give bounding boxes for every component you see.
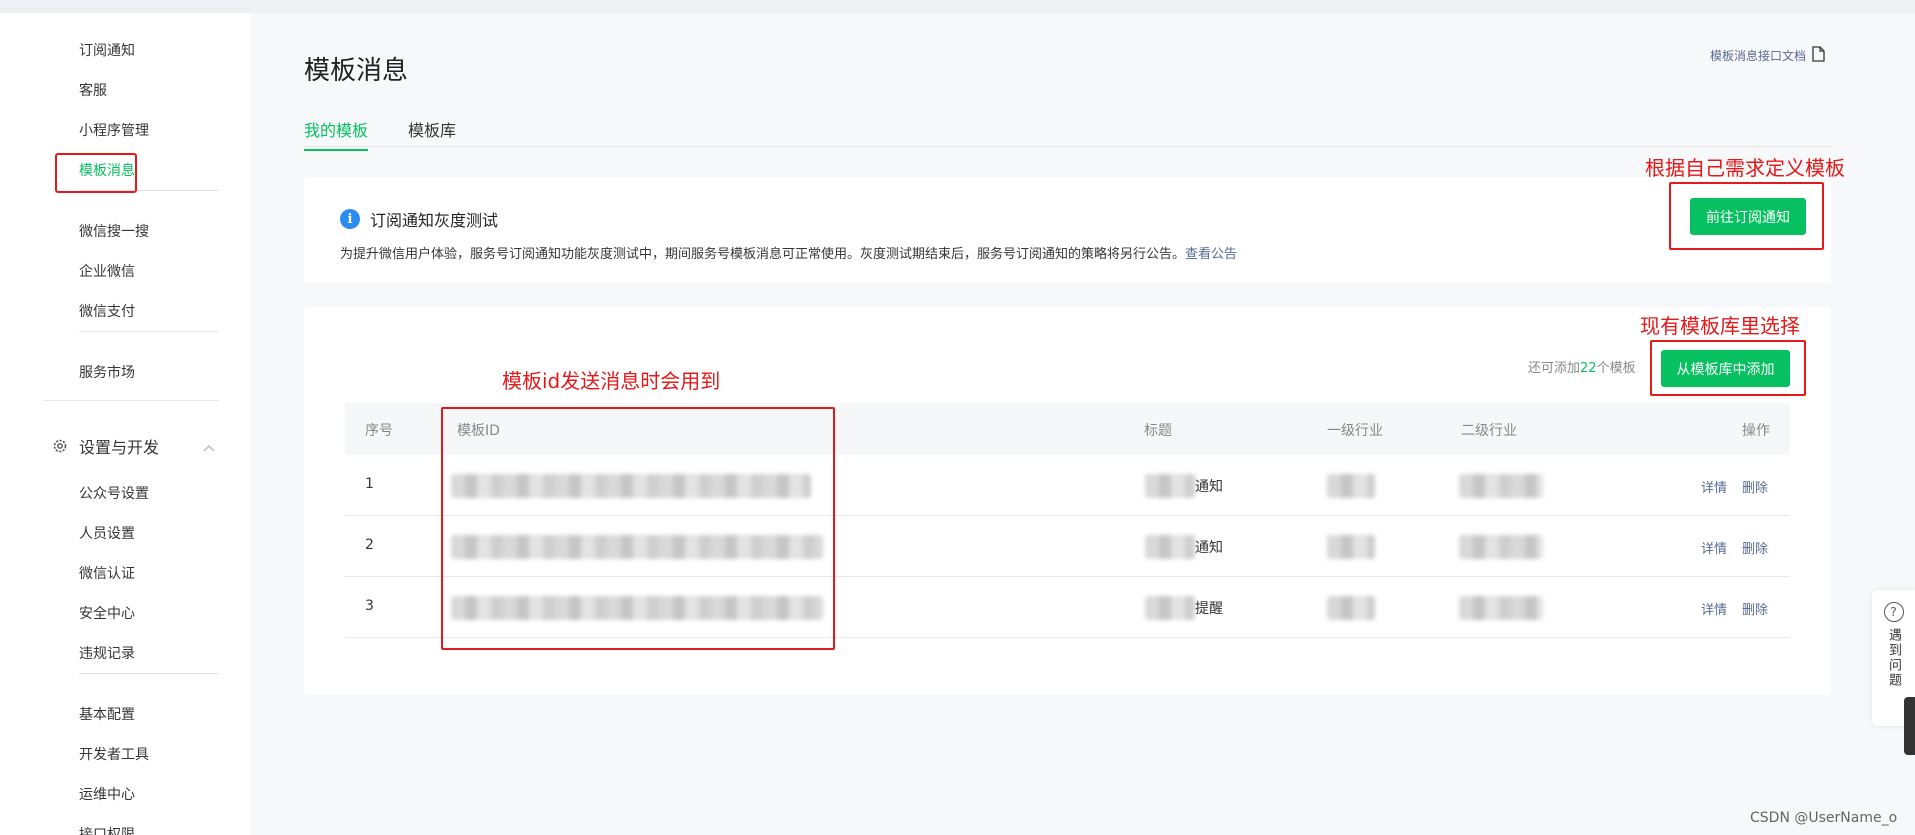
sidebar-item-member-settings[interactable]: 人员设置: [79, 523, 135, 543]
notice-title: 订阅通知灰度测试: [370, 211, 499, 230]
doc-link-label: 模板消息接口文档: [1710, 49, 1807, 63]
industry-1-redacted: [1327, 535, 1375, 559]
gear-icon: [51, 437, 69, 455]
notice-title-row: i 订阅通知灰度测试: [340, 207, 498, 231]
industry-1-redacted: [1327, 474, 1375, 498]
column-header-industry-1: 一级行业: [1327, 423, 1383, 439]
detail-link[interactable]: 详情: [1701, 538, 1727, 557]
sidebar-item-api-permissions[interactable]: 接口权限: [79, 824, 135, 835]
industry-2-redacted: [1459, 596, 1543, 620]
doc-link[interactable]: 模板消息接口文档: [1710, 46, 1825, 65]
sidebar-item-customer-service[interactable]: 客服: [79, 80, 107, 100]
industry-1-redacted: [1327, 596, 1375, 620]
tab-bar: 我的模板 模板库: [304, 117, 1831, 151]
column-header-index: 序号: [365, 423, 393, 439]
sidebar-item-wechat-pay[interactable]: 微信支付: [79, 301, 135, 321]
column-header-actions: 操作: [1742, 423, 1770, 439]
side-tab-handle[interactable]: [1904, 697, 1915, 755]
sidebar-item-violation-records[interactable]: 违规记录: [79, 643, 135, 663]
sidebar-item-ops-center[interactable]: 运维中心: [79, 784, 135, 804]
document-icon: [1812, 46, 1825, 65]
industry-2-redacted: [1459, 474, 1543, 498]
title-redacted: [1145, 474, 1195, 498]
annotation-define-template: 根据自己需求定义模板: [1645, 156, 1845, 180]
quota-suffix: 个模板: [1596, 361, 1636, 376]
sidebar-item-wechat-verify[interactable]: 微信认证: [79, 563, 135, 583]
sidebar-item-developer-tools[interactable]: 开发者工具: [79, 744, 149, 764]
delete-link[interactable]: 删除: [1742, 477, 1768, 496]
top-bar: [0, 0, 1915, 13]
tab-my-templates[interactable]: 我的模板: [304, 117, 369, 151]
annotation-box-active-nav: [55, 153, 137, 193]
annotation-box-add: [1650, 340, 1806, 396]
row-index: 1: [365, 476, 374, 492]
sidebar-item-wechat-search[interactable]: 微信搜一搜: [79, 221, 149, 241]
sidebar-group-label: 设置与开发: [79, 438, 160, 457]
detail-link[interactable]: 详情: [1701, 477, 1727, 496]
row-index: 2: [365, 537, 374, 553]
sidebar-group-settings-dev[interactable]: 设置与开发: [51, 434, 221, 458]
column-header-title: 标题: [1144, 423, 1172, 439]
template-quota: 还可添加22个模板: [1528, 357, 1636, 376]
notice-description: 为提升微信用户体验，服务号订阅通知功能灰度测试中，期间服务号模板消息可正常使用。…: [340, 243, 1237, 262]
column-header-industry-2: 二级行业: [1461, 423, 1517, 439]
row-index: 3: [365, 598, 374, 614]
row-title-suffix: 通知: [1195, 540, 1223, 556]
quota-prefix: 还可添加: [1528, 361, 1581, 376]
help-label: 遇到问题: [1886, 628, 1901, 688]
sidebar-item-security-center[interactable]: 安全中心: [79, 603, 135, 623]
row-title-suffix: 通知: [1195, 479, 1223, 495]
detail-link[interactable]: 详情: [1701, 599, 1727, 618]
annotation-choose-library: 现有模板库里选择: [1640, 314, 1800, 338]
title-redacted: [1145, 596, 1195, 620]
delete-link[interactable]: 删除: [1742, 599, 1768, 618]
quota-number: 22: [1580, 361, 1597, 376]
notice-desc-text: 为提升微信用户体验，服务号订阅通知功能灰度测试中，期间服务号模板消息可正常使用。…: [340, 247, 1186, 262]
notice-card: i 订阅通知灰度测试 为提升微信用户体验，服务号订阅通知功能灰度测试中，期间服务…: [304, 177, 1831, 283]
sidebar-item-subscribe-notice[interactable]: 订阅通知: [79, 40, 135, 60]
watermark: CSDN @UserName_o: [1750, 810, 1898, 826]
delete-link[interactable]: 删除: [1742, 538, 1768, 557]
tab-template-library[interactable]: 模板库: [408, 117, 456, 149]
annotation-box-subscribe: [1669, 182, 1824, 250]
annotation-box-template-id: [441, 407, 835, 650]
row-title-suffix: 提醒: [1195, 601, 1223, 617]
view-announcement-link[interactable]: 查看公告: [1185, 247, 1237, 262]
sidebar-divider: [44, 400, 219, 401]
sidebar-divider: [79, 673, 219, 674]
sidebar-item-mini-program[interactable]: 小程序管理: [79, 120, 149, 140]
sidebar-item-wework[interactable]: 企业微信: [79, 261, 135, 281]
sidebar-item-basic-config[interactable]: 基本配置: [79, 704, 135, 724]
industry-2-redacted: [1459, 535, 1543, 559]
chevron-up-icon: [203, 437, 215, 456]
question-icon: ?: [1883, 602, 1904, 622]
sidebar-item-account-settings[interactable]: 公众号设置: [79, 483, 149, 503]
annotation-template-id-note: 模板id发送消息时会用到: [502, 369, 721, 393]
title-redacted: [1145, 535, 1195, 559]
sidebar-item-service-market[interactable]: 服务市场: [79, 362, 135, 382]
sidebar: 订阅通知 客服 小程序管理 模板消息 微信搜一搜 企业微信 微信支付 服务市场 …: [0, 13, 250, 835]
page-title: 模板消息: [304, 56, 409, 86]
sidebar-divider: [79, 331, 219, 332]
info-icon: i: [340, 209, 360, 229]
